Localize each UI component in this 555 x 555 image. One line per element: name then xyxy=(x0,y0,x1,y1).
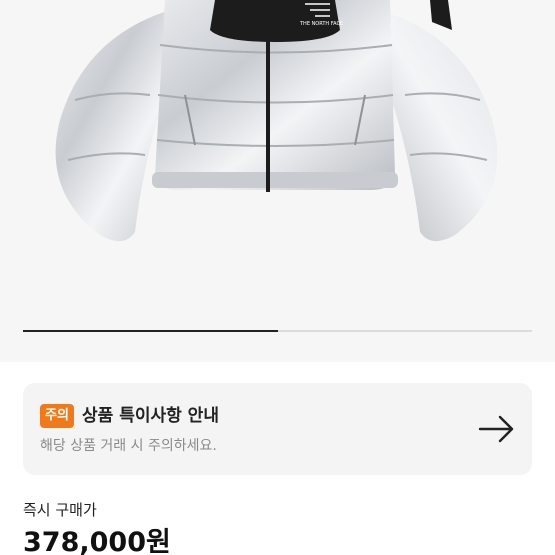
carousel-progress xyxy=(23,330,532,332)
product-detail-page: THE NORTH FACE 주의 상품 특이사항 안내 해당 상품 거래 시 … xyxy=(0,0,555,555)
instant-buy-price: 378,000원 xyxy=(23,527,171,555)
jacket-illustration: THE NORTH FACE xyxy=(0,0,555,362)
carousel-progress-fill xyxy=(23,330,278,332)
instant-buy-label: 즉시 구매가 xyxy=(23,501,97,519)
svg-text:THE NORTH FACE: THE NORTH FACE xyxy=(299,21,343,27)
arrow-right-icon[interactable] xyxy=(478,414,516,444)
product-image[interactable]: THE NORTH FACE xyxy=(0,0,555,362)
notice-title: 상품 특이사항 안내 xyxy=(82,406,219,426)
notice-subtitle: 해당 상품 거래 시 주의하세요. xyxy=(40,438,217,454)
product-notice-card[interactable]: 주의 상품 특이사항 안내 해당 상품 거래 시 주의하세요. xyxy=(23,383,532,475)
caution-badge: 주의 xyxy=(40,404,74,428)
